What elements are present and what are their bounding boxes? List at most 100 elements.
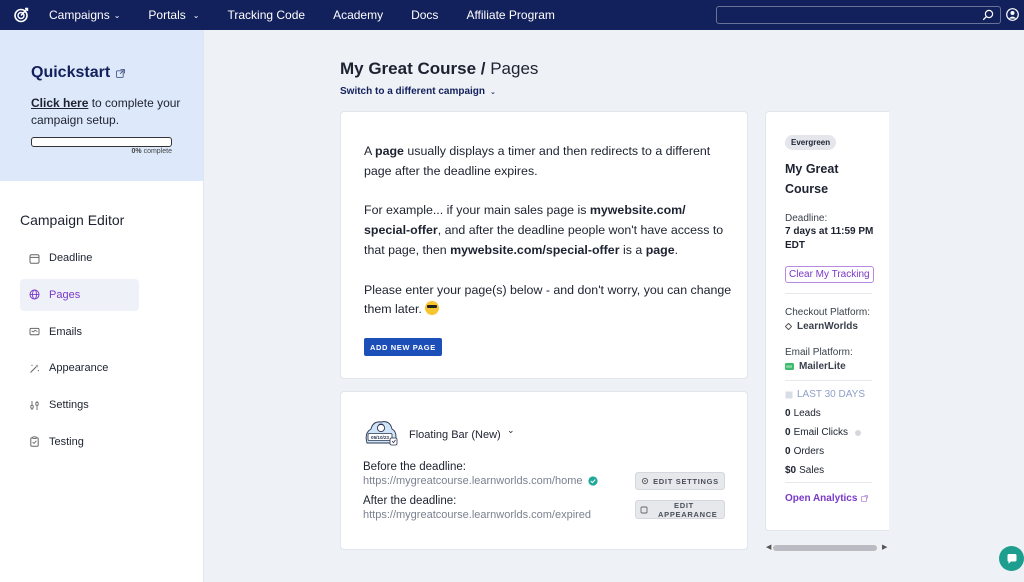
nav-docs[interactable]: Docs (411, 8, 438, 22)
scrollbar-thumb[interactable] (773, 545, 877, 551)
stat-value: 0 (785, 427, 791, 438)
sidebar-item-label: Settings (49, 399, 89, 412)
sidebar: Quickstart Click here to complete your c… (0, 30, 204, 582)
open-analytics-link[interactable]: Open Analytics (785, 493, 889, 504)
edit-appearance-button[interactable]: EDIT APPEARANCE (635, 500, 725, 519)
setup-progress-suffix: complete (141, 148, 172, 155)
sidebar-item-deadline[interactable]: Deadline (20, 242, 139, 274)
sidebar-item-pages[interactable]: Pages (20, 278, 139, 311)
verified-check-icon (588, 476, 599, 486)
nav-docs-label: Docs (411, 8, 439, 22)
search-icon[interactable] (982, 9, 994, 21)
sidebar-item-appearance[interactable]: Appearance (20, 352, 139, 384)
nav-portals[interactable]: Portals ⌄ (148, 8, 199, 22)
sliders-icon (30, 400, 39, 410)
clear-my-tracking-button[interactable]: Clear My Tracking (785, 266, 874, 283)
edit-settings-button[interactable]: EDIT SETTINGS (635, 472, 725, 490)
top-navbar: Campaigns ⌄ Portals ⌄ Tracking Code Academ… (0, 0, 1024, 30)
quickstart-panel: Quickstart Click here to complete your c… (0, 30, 203, 181)
sidebar-item-label: Emails (49, 325, 83, 338)
after-deadline-label: After the deadline: (363, 495, 457, 507)
deadline-label: Deadline: (785, 213, 828, 224)
floating-bar-icon: 05/10/23 (365, 421, 398, 446)
pages-info-card: A page usually displays a timer and then… (340, 111, 748, 379)
section-name: Pages (490, 59, 539, 78)
stat-sales: $0 Sales (785, 465, 889, 476)
mailerlite-logo-icon (785, 363, 794, 370)
p2-part-g: . (674, 242, 679, 257)
divider (785, 482, 872, 483)
support-chat-button[interactable] (999, 546, 1024, 571)
stat-value: 0 (785, 408, 791, 419)
info-paragraph-1: A page usually displays a timer and then… (364, 142, 734, 182)
checkout-platform-value: LearnWorlds (785, 321, 889, 332)
stat-label: Leads (793, 408, 821, 419)
page-title: My Great Course / Pages (340, 59, 538, 79)
nav-portals-label: Portals (148, 8, 186, 22)
quickstart-text: Click here to complete your campaign set… (31, 95, 181, 129)
scroll-right-arrow-icon[interactable]: ▶ (882, 543, 887, 551)
external-link-icon (116, 68, 126, 78)
external-link-icon (861, 495, 869, 502)
nav-campaigns-label: Campaigns (49, 8, 110, 22)
campaign-editor-nav: Deadline Pages Emails Appearance Setting… (20, 242, 139, 463)
learnworlds-logo-icon (785, 323, 792, 330)
add-new-page-button[interactable]: ADD NEW PAGE (364, 338, 442, 356)
nav-campaigns[interactable]: Campaigns ⌄ (49, 8, 120, 22)
switch-campaign-link[interactable]: Switch to a different campaign ⌄ (340, 86, 496, 97)
before-deadline-url-text: https://mygreatcourse.learnworlds.com/ho… (363, 475, 583, 487)
quickstart-title[interactable]: Quickstart (31, 64, 203, 82)
campaign-name: My Great Course (340, 59, 477, 78)
nav-tracking-code[interactable]: Tracking Code (227, 8, 305, 22)
nav-tracking-code-label: Tracking Code (227, 8, 306, 22)
p1-part-a: A (364, 144, 376, 158)
search-input[interactable] (717, 9, 972, 25)
sidebar-item-emails[interactable]: Emails (20, 316, 139, 348)
chevron-down-icon: ⌄ (113, 10, 121, 20)
floating-bar-icon-date: 05/10/23 (371, 435, 389, 440)
before-deadline-url[interactable]: https://mygreatcourse.learnworlds.com/ho… (363, 475, 599, 487)
stat-email-clicks: 0 Email Clicks (785, 427, 889, 438)
stat-label: Sales (799, 465, 825, 476)
stat-label: Orders (793, 446, 825, 457)
p2-part-d: mywebsite.com/special-offer (450, 242, 620, 257)
after-deadline-url-text: https://mygreatcourse.learnworlds.com/ex… (363, 509, 592, 521)
clipboard-icon (30, 436, 39, 448)
p2-part-f: page (645, 242, 675, 257)
after-deadline-url[interactable]: https://mygreatcourse.learnworlds.com/ex… (363, 509, 591, 521)
panel-course-name: My Great Course (785, 162, 839, 196)
sidebar-item-testing[interactable]: Testing (20, 426, 139, 458)
p1-part-c: usually displays a timer and then redire… (364, 144, 711, 178)
email-platform-name: MailerLite (799, 361, 846, 372)
chevron-down-icon: ⌄ (192, 10, 200, 20)
quickstart-title-text: Quickstart (31, 64, 111, 81)
breadcrumb-separator: / (476, 59, 491, 78)
p3-text: Please enter your page(s) below - and do… (364, 282, 732, 317)
user-account-icon[interactable] (1006, 8, 1019, 21)
p2-part-a: For example... if your main sales page i… (364, 203, 590, 218)
stat-label: Email Clicks (793, 427, 849, 438)
magic-wand-icon (30, 363, 39, 373)
quickstart-click-here-link[interactable]: Click here (31, 96, 88, 110)
app-logo-icon[interactable] (13, 7, 29, 23)
scroll-left-arrow-icon[interactable]: ◀ (766, 543, 771, 551)
campaign-editor-title: Campaign Editor (20, 212, 125, 228)
stat-value: $0 (785, 465, 797, 476)
email-platform-value: MailerLite (785, 361, 889, 372)
chevron-down-icon: ⌄ (490, 88, 496, 96)
panel-horizontal-scrollbar[interactable]: ◀ ▶ (766, 543, 889, 553)
edit-appearance-label: EDIT APPEARANCE (658, 500, 718, 519)
campaign-type-badge: Evergreen (785, 135, 837, 150)
palette-icon (640, 506, 648, 514)
nav-academy[interactable]: Academy (333, 8, 383, 22)
info-paragraph-2: For example... if your main sales page i… (364, 201, 734, 260)
sidebar-item-label: Deadline (49, 252, 93, 264)
nav-affiliate-program[interactable]: Affiliate Program (466, 8, 554, 22)
globe-icon (29, 289, 40, 300)
sidebar-item-label: Pages (49, 288, 81, 301)
chevron-down-icon[interactable]: ⌄ (507, 425, 515, 436)
bar-chart-icon (785, 391, 793, 398)
divider (785, 380, 872, 381)
nav-affiliate-program-label: Affiliate Program (466, 8, 555, 22)
sidebar-item-settings[interactable]: Settings (20, 389, 139, 421)
